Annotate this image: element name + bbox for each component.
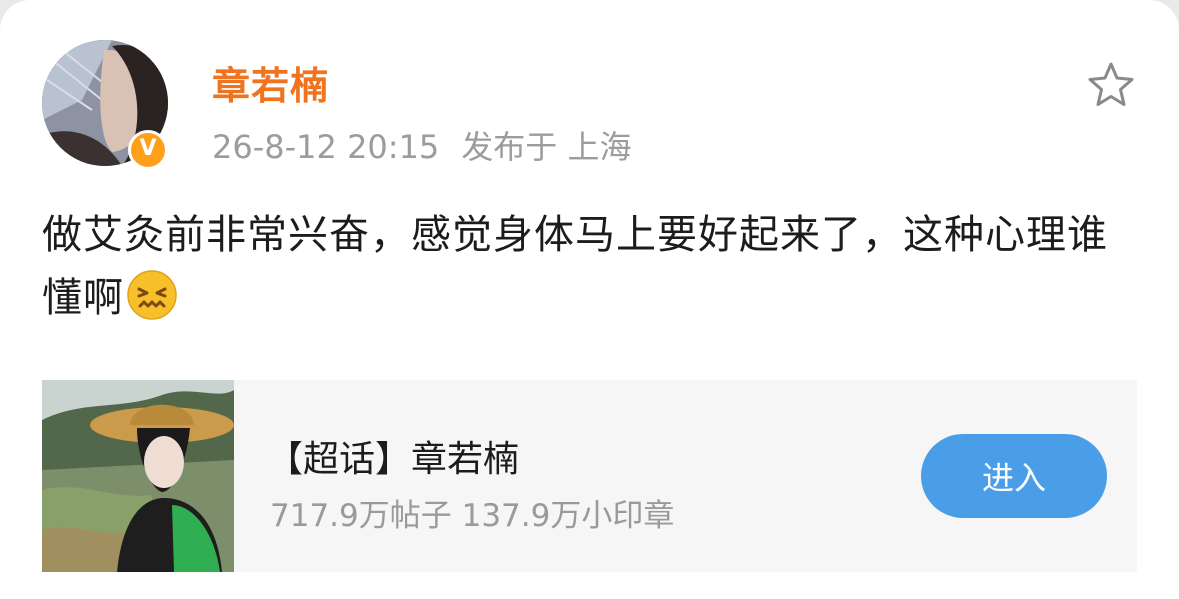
- post-date: 26-8-12 20:15: [212, 128, 440, 166]
- star-icon[interactable]: [1086, 60, 1136, 110]
- post-source: 发布于 上海: [461, 128, 632, 166]
- grimacing-face-emoji: [127, 270, 177, 320]
- topic-thumbnail-image: [42, 380, 234, 572]
- post-text: 做艾灸前非常兴奋，感觉身体马上要好起来了，这种心理谁懂啊: [42, 204, 1137, 330]
- verified-badge-icon: V: [128, 130, 168, 170]
- post-meta: 26-8-12 20:15 发布于 上海: [212, 122, 631, 168]
- topic-stats: 717.9万帖子 137.9万小印章: [270, 498, 675, 534]
- topic-thumbnail: [42, 380, 234, 572]
- enter-button[interactable]: 进入: [921, 434, 1107, 518]
- super-topic-card[interactable]: 【超话】章若楠 717.9万帖子 137.9万小印章 进入: [42, 380, 1137, 572]
- post-card: V 章若楠 26-8-12 20:15 发布于 上海 做艾灸前非常兴奋，感觉身体马…: [0, 0, 1179, 599]
- post-text-content: 做艾灸前非常兴奋，感觉身体马上要好起来了，这种心理谁懂啊: [42, 212, 1108, 321]
- username[interactable]: 章若楠: [212, 55, 329, 110]
- topic-title: 【超话】章若楠: [267, 439, 520, 480]
